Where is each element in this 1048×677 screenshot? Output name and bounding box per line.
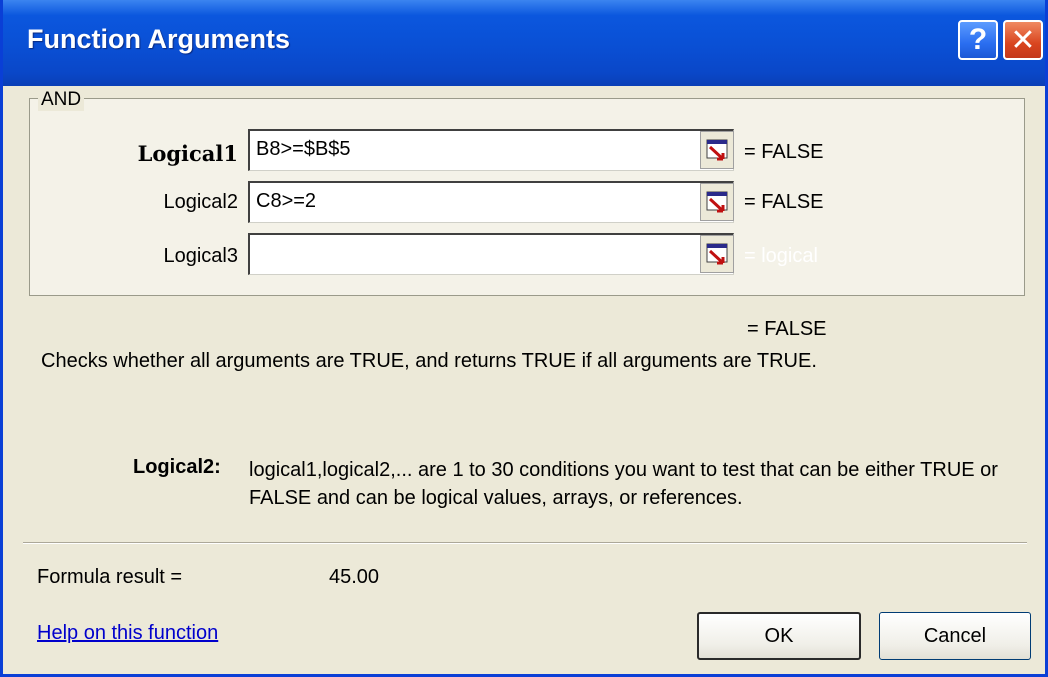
logical1-range-button[interactable] bbox=[700, 131, 734, 169]
ok-button[interactable]: OK bbox=[697, 612, 861, 660]
logical2-input[interactable]: C8>=2 bbox=[248, 181, 734, 223]
argument-help-label: Logical2: bbox=[133, 456, 221, 478]
function-name: AND bbox=[38, 89, 85, 111]
logical1-result: = FALSE bbox=[744, 141, 824, 163]
title-bar: Function Arguments ? ✕ bbox=[3, 0, 1045, 86]
window-title: Function Arguments bbox=[27, 24, 290, 54]
logical2-result: = FALSE bbox=[744, 191, 824, 213]
function-description: Checks whether all arguments are TRUE, a… bbox=[41, 350, 817, 372]
logical2-label: Logical2 bbox=[163, 191, 238, 213]
formula-result-value: 45.00 bbox=[329, 566, 380, 588]
logical3-result: = logical bbox=[744, 245, 818, 267]
cancel-button[interactable]: Cancel bbox=[879, 612, 1031, 660]
logical3-label: Logical3 bbox=[163, 245, 238, 267]
close-button[interactable]: ✕ bbox=[1003, 20, 1043, 60]
help-on-function-link[interactable]: Help on this function bbox=[37, 622, 218, 645]
range-selector-icon bbox=[706, 139, 728, 161]
range-selector-icon bbox=[706, 191, 728, 213]
function-arguments-dialog: Function Arguments ? ✕ AND Logical1 B8>=… bbox=[0, 0, 1048, 677]
help-button[interactable]: ? bbox=[958, 20, 998, 60]
logical3-input[interactable] bbox=[248, 233, 734, 275]
close-icon: ✕ bbox=[1010, 23, 1036, 57]
divider bbox=[23, 542, 1027, 544]
function-value: = FALSE bbox=[747, 318, 827, 340]
help-icon: ? bbox=[968, 23, 988, 56]
logical1-input[interactable]: B8>=$B$5 bbox=[248, 129, 734, 171]
range-selector-icon bbox=[706, 243, 728, 265]
logical3-range-button[interactable] bbox=[700, 235, 734, 273]
arguments-group: AND Logical1 B8>=$B$5 = FALSE Logical2 C… bbox=[29, 89, 1025, 296]
formula-result-label: Formula result = bbox=[37, 566, 183, 588]
logical1-label: Logical1 bbox=[137, 141, 238, 166]
argument-help-text: logical1,logical2,... are 1 to 30 condit… bbox=[249, 459, 998, 509]
logical2-range-button[interactable] bbox=[700, 183, 734, 221]
